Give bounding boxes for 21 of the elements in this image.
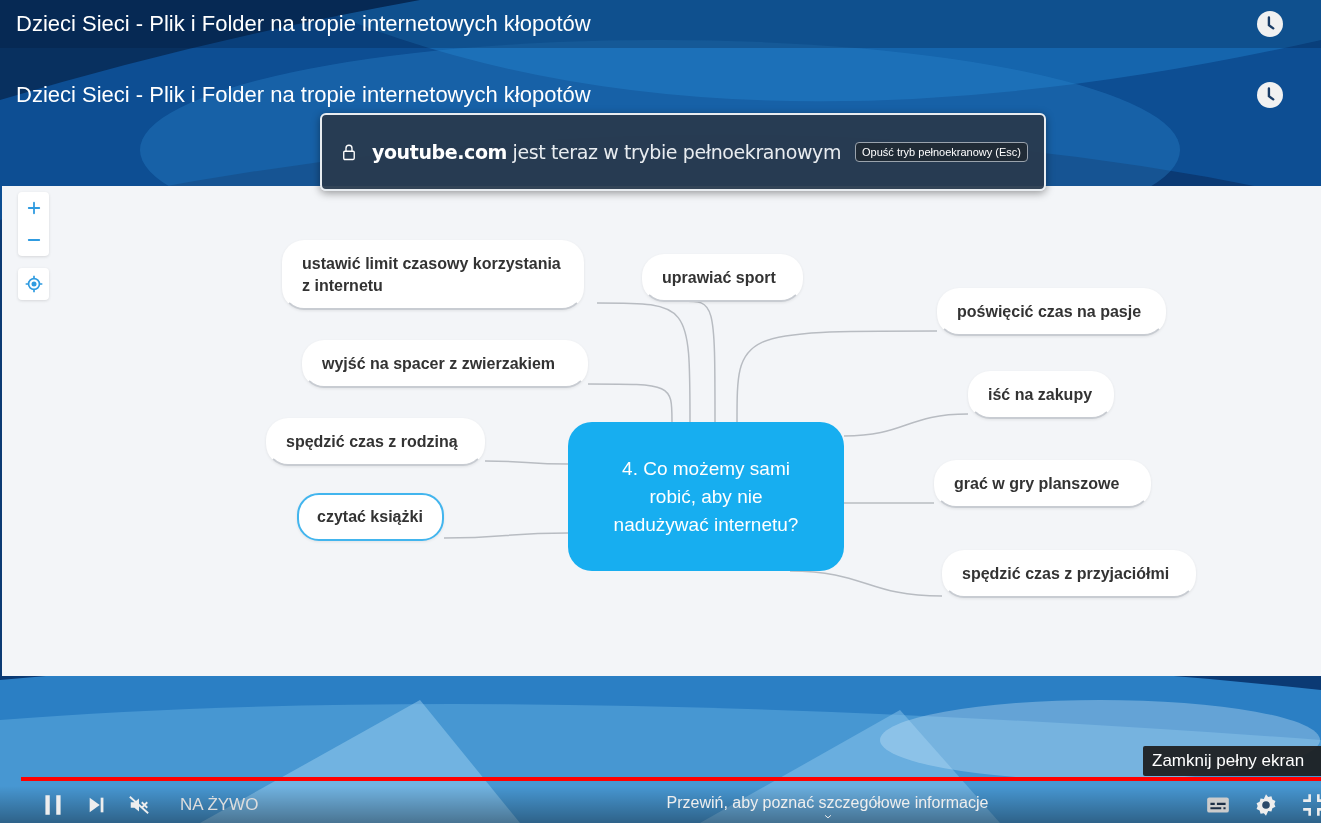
topic-node[interactable]: czytać książki	[297, 493, 444, 541]
tooltip: Zamknij pełny ekran	[1143, 746, 1321, 776]
topic-node[interactable]: iść na zakupy	[968, 371, 1114, 419]
exit-fullscreen-button[interactable]: Opuść tryb pełnoekranowy (Esc)	[855, 142, 1028, 162]
topic-node[interactable]: spędzić czas z przyjaciółmi	[942, 550, 1196, 598]
topic-node[interactable]: uprawiać sport	[642, 254, 803, 302]
topic-node[interactable]: wyjść na spacer z zwierzakiem	[302, 340, 588, 388]
exit-fullscreen-icon[interactable]	[1301, 791, 1321, 818]
topic-node[interactable]: ustawić limit czasowy korzystania z internetu	[282, 240, 584, 310]
clock-icon[interactable]	[1257, 11, 1283, 37]
locate-button[interactable]	[18, 268, 49, 300]
clock-icon[interactable]	[1257, 81, 1283, 108]
mute-icon[interactable]	[128, 793, 150, 816]
live-label: NA ŻYWO	[180, 794, 259, 815]
scroll-hint: Przewiń, aby poznać szczegółowe informacje	[666, 793, 989, 812]
notice-message: youtube.com jest teraz w trybie pełnoekranowym	[371, 141, 842, 163]
topic-node[interactable]: spędzić czas z rodziną	[266, 418, 485, 466]
topic-node[interactable]: grać w gry planszowe	[934, 460, 1151, 508]
topic-node[interactable]: poświęcić czas na pasje	[937, 288, 1166, 336]
locate-icon	[23, 274, 44, 294]
video-title[interactable]: Dzieci Sieci - Plik i Folder na tropie internetowych kłopotów	[16, 81, 1257, 108]
